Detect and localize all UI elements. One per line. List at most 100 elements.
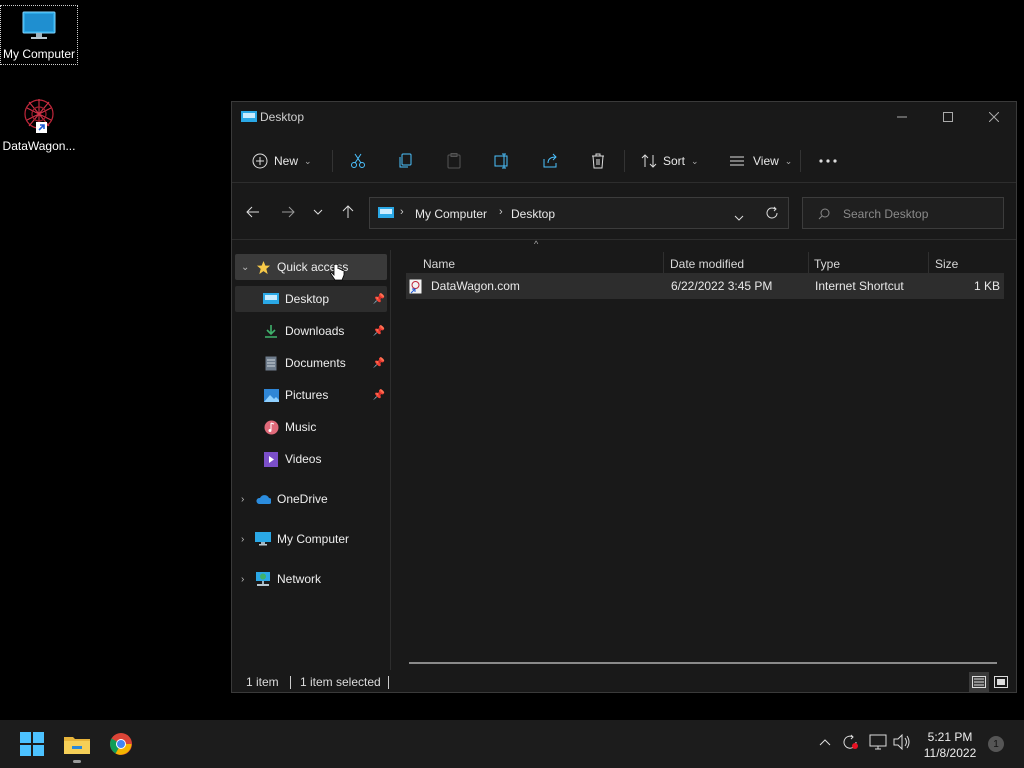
recent-locations-button[interactable] (307, 201, 329, 223)
details-view-icon (972, 676, 986, 688)
pin-icon[interactable]: 📌 (373, 358, 385, 369)
chevron-down-icon (313, 209, 323, 215)
sidebar-item-pictures[interactable]: Pictures 📌 (235, 382, 387, 408)
sidebar-item-videos[interactable]: Videos (235, 446, 387, 472)
sync-status-icon[interactable] (842, 734, 860, 753)
network-status-icon[interactable] (869, 734, 887, 753)
taskbar-file-explorer[interactable] (63, 730, 91, 763)
pin-icon[interactable]: 📌 (373, 390, 385, 401)
title-bar[interactable]: Desktop (232, 102, 1016, 132)
system-clock[interactable]: 5:21 PM 11/8/2022 (916, 729, 984, 761)
search-box[interactable]: Search Desktop (802, 197, 1004, 229)
sidebar-item-network[interactable]: › Network (235, 566, 387, 592)
desktop-folder-icon (241, 111, 257, 126)
maximize-button[interactable] (925, 102, 971, 132)
sidebar-item-label: Music (285, 420, 317, 434)
sidebar-item-label: My Computer (277, 532, 350, 546)
large-icons-view-icon (994, 676, 1008, 688)
chrome-icon (110, 733, 132, 755)
chevron-right-icon[interactable]: › (241, 534, 255, 545)
cut-button[interactable] (350, 140, 366, 182)
back-button[interactable] (242, 201, 264, 223)
chevron-right-icon: › (499, 206, 503, 218)
notification-badge[interactable]: 1 (988, 736, 1004, 752)
sidebar-item-label: Network (277, 572, 322, 586)
chevron-up-icon (819, 739, 831, 746)
copy-button[interactable] (398, 140, 414, 182)
table-row[interactable]: DataWagon.com 6/22/2022 3:45 PM Internet… (406, 273, 1004, 299)
video-icon (263, 451, 279, 467)
minimize-button[interactable] (879, 102, 925, 132)
desktop-icon-my-computer[interactable]: My Computer (0, 5, 78, 65)
new-button[interactable]: New ⌄ (252, 140, 312, 182)
desktop-folder-icon (263, 291, 279, 307)
details-view-button[interactable] (969, 672, 989, 692)
address-bar[interactable]: › My Computer › Desktop (369, 197, 789, 229)
search-icon (818, 208, 830, 223)
file-list: ^ Name Date modified Type Size DataWagon… (397, 239, 1007, 672)
rename-icon (494, 153, 508, 169)
share-button[interactable] (542, 140, 558, 182)
chevron-right-icon[interactable]: › (241, 574, 255, 585)
chevron-down-icon: ⌄ (691, 155, 699, 166)
sidebar-item-documents[interactable]: Documents 📌 (235, 350, 387, 376)
cloud-icon (255, 491, 271, 507)
refresh-icon (766, 206, 778, 219)
taskbar: 5:21 PM 11/8/2022 1 (0, 720, 1024, 768)
chevron-down-icon: ⌄ (784, 155, 793, 166)
column-header-label: Date modified (670, 257, 745, 271)
taskbar-chrome[interactable] (107, 730, 135, 758)
view-label: View (753, 154, 779, 168)
item-count: 1 item (246, 675, 279, 689)
sort-label: Sort (663, 154, 686, 168)
sidebar-item-quick-access[interactable]: ⌄ Quick access (235, 254, 387, 280)
minimize-icon (897, 116, 907, 118)
chevron-right-icon[interactable]: › (241, 494, 255, 505)
mouse-cursor-hand-icon (330, 264, 345, 281)
new-label: New (274, 154, 299, 168)
large-icons-view-button[interactable] (991, 672, 1011, 692)
sort-button[interactable]: Sort ⌄ (641, 140, 699, 182)
address-dropdown-button[interactable] (734, 210, 744, 224)
pin-icon[interactable]: 📌 (373, 326, 385, 337)
chevron-right-icon: › (400, 206, 404, 218)
breadcrumb-desktop[interactable]: Desktop (511, 207, 555, 221)
sidebar-item-desktop[interactable]: Desktop 📌 (235, 286, 387, 312)
paste-button[interactable] (446, 140, 462, 182)
datawagon-shortcut-icon (24, 99, 54, 133)
show-hidden-icons-button[interactable] (819, 734, 831, 749)
internet-shortcut-icon (409, 279, 422, 297)
sidebar-item-label: Videos (285, 452, 322, 466)
delete-button[interactable] (590, 140, 606, 182)
sidebar-item-music[interactable]: Music (235, 414, 387, 440)
desktop-icon-datawagon[interactable]: DataWagon... (1, 96, 77, 153)
file-type: Internet Shortcut (815, 279, 904, 293)
pin-icon[interactable]: 📌 (373, 294, 385, 305)
breadcrumb-my-computer[interactable]: My Computer (415, 207, 487, 221)
sidebar-item-downloads[interactable]: Downloads 📌 (235, 318, 387, 344)
picture-icon (263, 387, 279, 403)
sidebar-item-label: Desktop (285, 292, 330, 306)
sidebar-item-my-computer[interactable]: › My Computer (235, 526, 387, 552)
chevron-down-icon (734, 215, 744, 221)
horizontal-scrollbar[interactable] (409, 662, 997, 664)
sidebar-item-label: Documents (285, 356, 346, 370)
sidebar-item-onedrive[interactable]: › OneDrive (235, 486, 387, 512)
desktop-icon-label: DataWagon... (2, 139, 76, 153)
chevron-down-icon: ⌄ (241, 261, 250, 273)
forward-button[interactable] (277, 201, 299, 223)
start-button[interactable] (18, 730, 46, 758)
folder-icon (64, 737, 90, 754)
refresh-button[interactable] (765, 206, 779, 223)
close-button[interactable] (971, 102, 1017, 132)
network-icon (255, 571, 271, 587)
scissors-icon (351, 153, 365, 168)
volume-icon[interactable] (893, 733, 911, 753)
up-button[interactable] (337, 201, 359, 223)
window-title: Desktop (260, 110, 305, 124)
more-options-button[interactable] (819, 140, 837, 182)
more-icon (819, 159, 837, 163)
rename-button[interactable] (494, 140, 512, 182)
selection-status: 1 item selected (300, 675, 381, 689)
view-button[interactable]: View ⌄ (729, 140, 792, 182)
